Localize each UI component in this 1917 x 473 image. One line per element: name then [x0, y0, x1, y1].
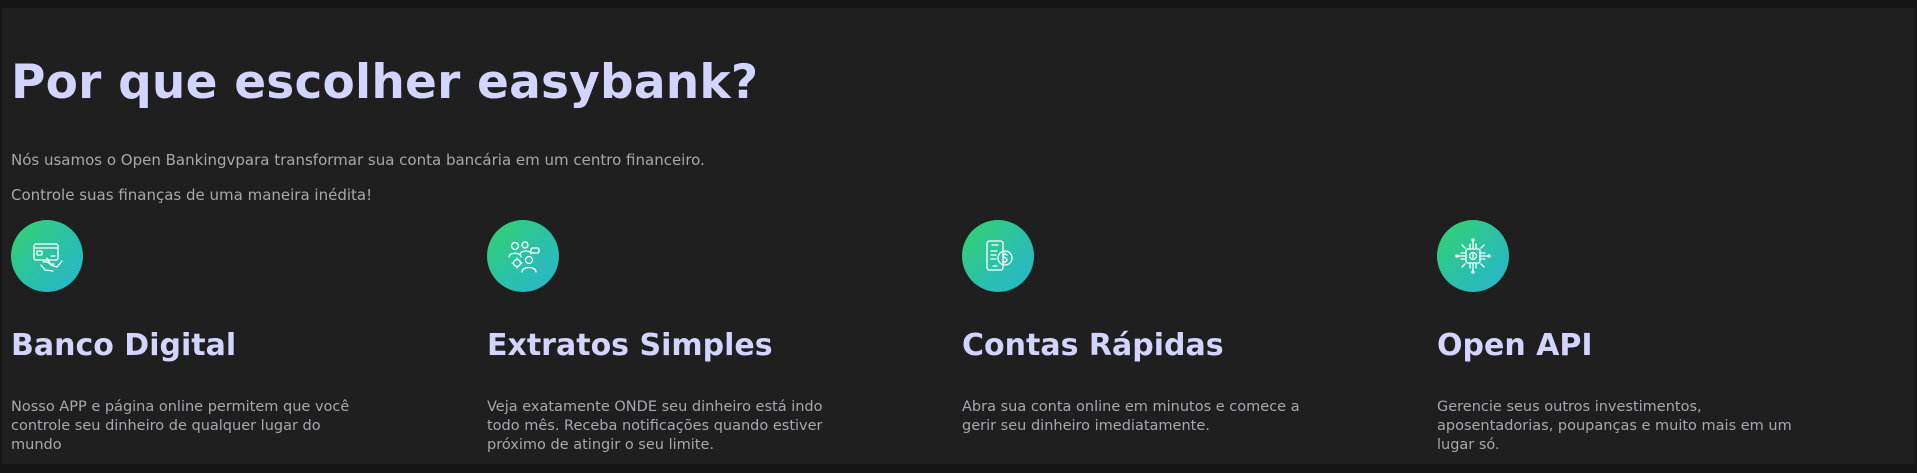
feature-title: Extratos Simples: [487, 328, 773, 363]
feature-description: Veja exatamente ONDE seu dinheiro está i…: [487, 399, 823, 453]
feature-open-api: Open API Gerencie seus outros investimen…: [1437, 220, 1837, 453]
features-grid: Banco Digital Nosso APP e página online …: [11, 220, 1901, 460]
card-hand-icon: [11, 220, 83, 292]
people-chat-icon: [487, 220, 559, 292]
feature-contas-rapidas: Contas Rápidas Abra sua conta online em …: [962, 220, 1362, 434]
feature-title: Open API: [1437, 328, 1593, 363]
feature-description: Gerencie seus outros investimentos, apos…: [1437, 399, 1792, 453]
feature-title: Contas Rápidas: [962, 328, 1224, 363]
feature-description: Abra sua conta online em minutos e comec…: [962, 399, 1300, 434]
feature-banco-digital: Banco Digital Nosso APP e página online …: [11, 220, 411, 453]
feature-title: Banco Digital: [11, 328, 237, 363]
feature-extratos-simples: Extratos Simples Veja exatamente ONDE se…: [487, 220, 887, 453]
intro-paragraph-1: Nós usamos o Open Bankingvpara transform…: [11, 151, 705, 169]
section-title: Por que escolher easybank?: [11, 55, 759, 110]
feature-description: Nosso APP e página online permitem que v…: [11, 399, 350, 453]
phone-coin-icon: [962, 220, 1034, 292]
chip-circuit-icon: [1437, 220, 1509, 292]
page-frame: Por que escolher easybank? Nós usamos o …: [0, 0, 1917, 473]
intro-paragraph-2: Controle suas finanças de uma maneira in…: [11, 186, 373, 204]
